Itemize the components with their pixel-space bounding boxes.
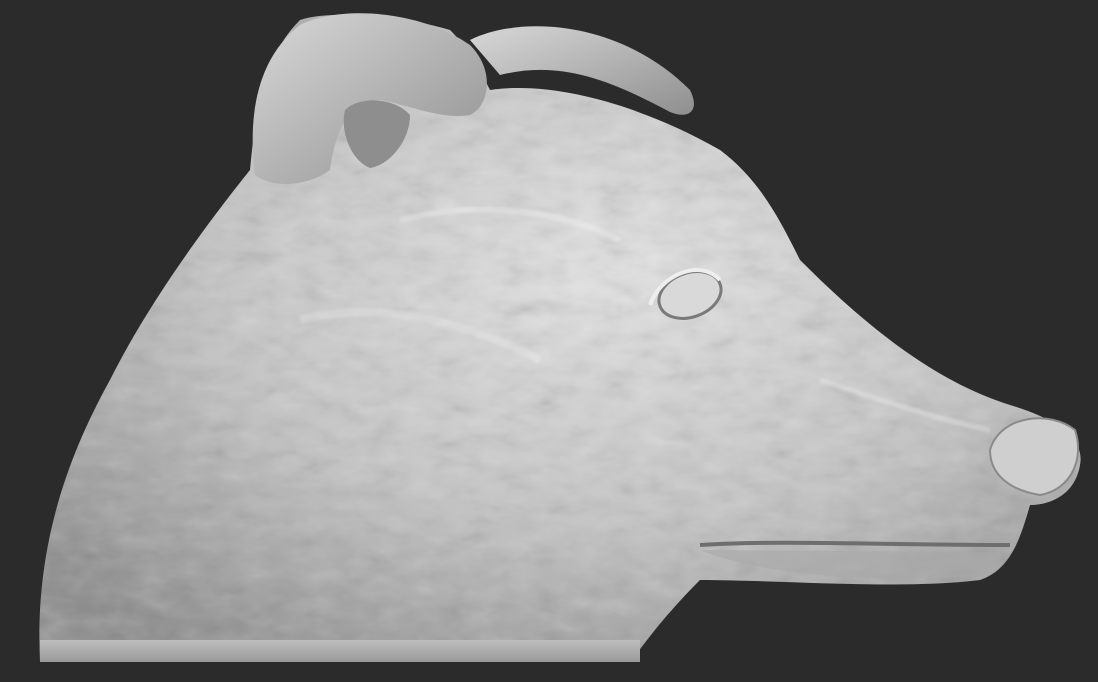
dog-head-sculpt-model[interactable] xyxy=(0,0,1098,682)
mouth-line xyxy=(699,540,1011,547)
neck-base xyxy=(40,640,640,662)
3d-viewport-canvas[interactable] xyxy=(0,0,1098,682)
